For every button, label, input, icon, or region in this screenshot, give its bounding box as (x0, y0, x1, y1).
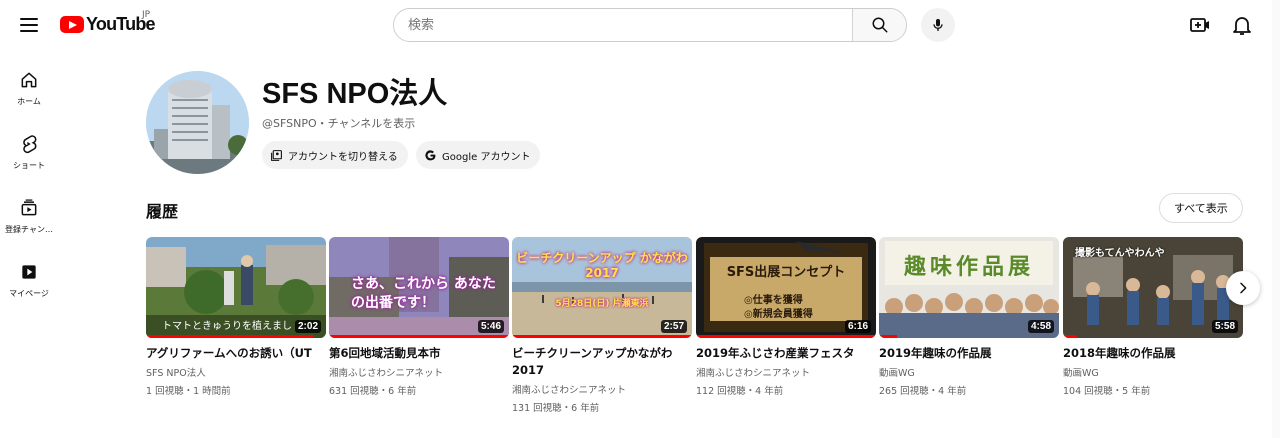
video-card[interactable]: さあ、これから あなたの出番です！ 5:46 第6回地域活動見本市 湘南ふじさわ… (329, 237, 509, 397)
channel-avatar[interactable] (146, 71, 249, 174)
video-duration: 2:57 (660, 320, 687, 333)
video-thumbnail[interactable]: 趣味作品展 4:58 (879, 237, 1059, 338)
sidebar: ホーム ショート 登録チャン… マイページ (0, 56, 58, 312)
notifications-button[interactable] (1230, 13, 1254, 41)
create-button[interactable] (1188, 13, 1212, 41)
history-title[interactable]: 履歴 (146, 198, 178, 222)
search-icon (872, 17, 887, 33)
sidebar-label: ショート (13, 160, 45, 170)
video-card[interactable]: トマトときゅうりを植えまし 2:02 アグリファームへのお誘い（UT SFS N… (146, 237, 326, 397)
thumbnail-caption: さあ、これから あなたの出番です！ (351, 276, 496, 311)
video-title[interactable]: アグリファームへのお誘い（UT (146, 345, 324, 362)
home-icon (21, 72, 37, 87)
video-channel[interactable]: 動画WG (1063, 365, 1243, 379)
video-meta: 631 回視聴・6 年前 (329, 386, 417, 397)
switch-account-label: アカウントを切り替える (288, 151, 398, 163)
video-duration: 5:46 (477, 320, 504, 333)
sidebar-item-you[interactable]: マイページ (0, 248, 58, 312)
watch-progress-bar (512, 335, 692, 338)
video-title[interactable]: 第6回地域活動見本市 (329, 345, 507, 362)
video-thumbnail[interactable]: SFS出展コンセプト ◎仕事を獲得 ◎新規会員獲得 6:16 (696, 237, 876, 338)
video-card[interactable]: ビーチクリーンアップ かながわ2017 5月28日(日) 片瀬東浜 2:57 ビ… (512, 237, 692, 414)
video-thumbnail[interactable]: さあ、これから あなたの出番です！ 5:46 (329, 237, 509, 338)
video-card[interactable]: 撮影もてんやわんや 5:58 2018年趣味の作品展 動画WG 104 回視聴・… (1063, 237, 1243, 397)
channel-name: SFS NPO法人 (262, 78, 448, 110)
you-icon (22, 264, 36, 279)
video-card[interactable]: SFS出展コンセプト ◎仕事を獲得 ◎新規会員獲得 6:16 2019年ふじさわ… (696, 237, 876, 397)
thumbnail-caption: 趣味作品展 (903, 255, 1034, 280)
video-thumbnail[interactable]: ビーチクリーンアップ かながわ2017 5月28日(日) 片瀬東浜 2:57 (512, 237, 692, 338)
youtube-logo[interactable]: YouTube JP (60, 10, 156, 35)
video-card[interactable]: 趣味作品展 4:58 2019年趣味の作品展 動画WG 265 回視聴・4 年前 (879, 237, 1059, 397)
chevron-right-icon (1240, 282, 1247, 294)
thumbnail-caption: ビーチクリーンアップ かながわ2017 (516, 251, 688, 280)
sidebar-label: 登録チャン… (5, 224, 53, 234)
video-meta: 112 回視聴・4 年前 (696, 386, 784, 397)
video-duration: 4:58 (1027, 320, 1054, 333)
video-thumbnail[interactable]: 撮影もてんやわんや 5:58 (1063, 237, 1243, 338)
video-duration: 2:02 (294, 320, 321, 333)
page-scrollbar[interactable] (1272, 0, 1280, 438)
history-video-shelf: トマトときゅうりを植えまし 2:02 アグリファームへのお誘い（UT SFS N… (146, 237, 1246, 427)
logo-region: JP (142, 10, 151, 20)
video-title[interactable]: 2019年趣味の作品展 (879, 345, 1057, 362)
sidebar-item-subscriptions[interactable]: 登録チャン… (0, 184, 58, 248)
shelf-next-button[interactable] (1226, 271, 1260, 305)
shorts-icon (23, 134, 37, 153)
channel-handle-link[interactable]: @SFSNPO・チャンネルを表示 (262, 115, 415, 131)
video-channel[interactable]: 湘南ふじさわシニアネット (696, 365, 876, 379)
mic-icon (933, 19, 943, 31)
thumbnail-caption: トマトときゅうりを植えまし (162, 321, 292, 332)
sidebar-item-home[interactable]: ホーム (0, 56, 58, 120)
video-meta: 1 回視聴・1 時間前 (146, 386, 231, 397)
watch-progress-bar (329, 335, 509, 338)
voice-search-button[interactable] (921, 8, 955, 42)
create-icon (1190, 18, 1209, 32)
watch-progress-bar (146, 335, 313, 338)
video-duration: 5:58 (1211, 320, 1238, 333)
video-channel[interactable]: SFS NPO法人 (146, 365, 326, 379)
video-meta: 104 回視聴・5 年前 (1063, 386, 1151, 397)
switch-account-button[interactable]: アカウントを切り替える (262, 141, 408, 169)
google-account-label: Google アカウント (442, 151, 531, 163)
youtube-play-icon (60, 16, 84, 33)
video-channel[interactable]: 湘南ふじさわシニアネット (329, 365, 509, 379)
thumbnail-caption: 撮影もてんやわんや (1075, 248, 1165, 259)
video-channel[interactable]: 動画WG (879, 365, 1059, 379)
building-photo (146, 71, 249, 174)
video-thumbnail[interactable]: トマトときゅうりを植えまし 2:02 (146, 237, 326, 338)
video-duration: 6:16 (844, 320, 871, 333)
search-input[interactable] (394, 9, 852, 41)
top-bar: YouTube JP (0, 0, 1280, 50)
see-all-button[interactable]: すべて表示 (1159, 193, 1243, 223)
video-channel[interactable]: 湘南ふじさわシニアネット (512, 382, 692, 396)
menu-icon[interactable] (16, 12, 42, 38)
google-account-button[interactable]: Google アカウント (416, 141, 541, 169)
thumbnail-date: 5月28日(日) 片瀬東浜 (555, 299, 649, 309)
video-title[interactable]: 2018年趣味の作品展 (1063, 345, 1241, 362)
google-icon (425, 149, 436, 160)
sidebar-label: ホーム (17, 96, 41, 106)
thumbnail-point: ◎仕事を獲得 (744, 295, 803, 306)
sidebar-item-shorts[interactable]: ショート (0, 120, 58, 184)
video-title[interactable]: 2019年ふじさわ産業フェスタ (696, 345, 874, 362)
search-box (393, 8, 907, 42)
switch-account-icon (271, 149, 282, 161)
thumbnail-point: ◎新規会員獲得 (744, 309, 813, 320)
video-title[interactable]: ビーチクリーンアップかながわ2017 (512, 345, 690, 379)
subscriptions-icon (21, 198, 37, 215)
watch-progress-bar (696, 335, 876, 338)
search-button[interactable] (852, 9, 906, 41)
video-meta: 265 回視聴・4 年前 (879, 386, 967, 397)
thumbnail-caption: SFS出展コンセプト (726, 265, 846, 280)
video-meta: 131 回視聴・6 年前 (512, 403, 600, 414)
bell-icon (1233, 17, 1251, 35)
watch-progress-bar (879, 335, 897, 338)
sidebar-label: マイページ (9, 288, 49, 298)
watch-progress-bar (1063, 335, 1077, 338)
